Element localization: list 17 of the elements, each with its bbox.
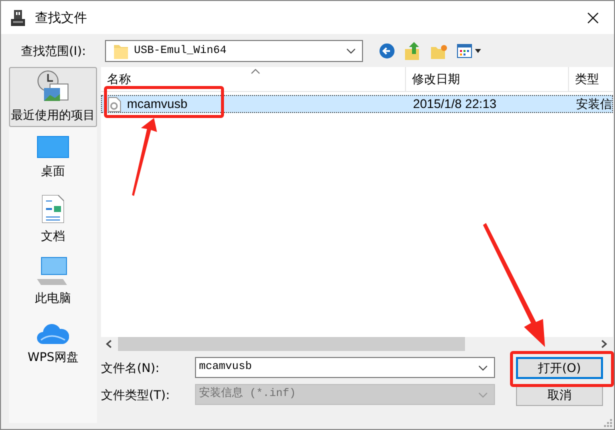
column-header[interactable]: 类型 [569,67,613,91]
look-in-value: USB-Emul_Win64 [134,44,226,59]
place-item[interactable]: 最近使用的项目 [9,67,97,127]
table-cell-text: mcamvusb [127,96,188,113]
open-button[interactable]: 打开(O) [516,356,603,378]
look-in-dropdown[interactable]: USB-Emul_Win64 [105,40,363,62]
file-row[interactable]: mcamvusb 2015/1/8 22:13 安装信 [101,95,613,113]
column-header[interactable]: 名称 [101,67,406,91]
place-item[interactable]: 此电脑 [9,251,97,313]
column-header[interactable]: 修改日期 [406,67,569,91]
look-in-label: 查找范围(I): [21,43,87,60]
table-cell-text: 2015/1/8 22:13 [413,96,496,113]
table-cell-text: 安装信 [576,96,612,113]
window-title: 查找文件 [35,8,87,27]
place-item[interactable]: 桌面 [9,127,97,189]
place-item[interactable]: 文档 [9,189,97,251]
place-item[interactable]: WPS网盘 [9,313,97,375]
